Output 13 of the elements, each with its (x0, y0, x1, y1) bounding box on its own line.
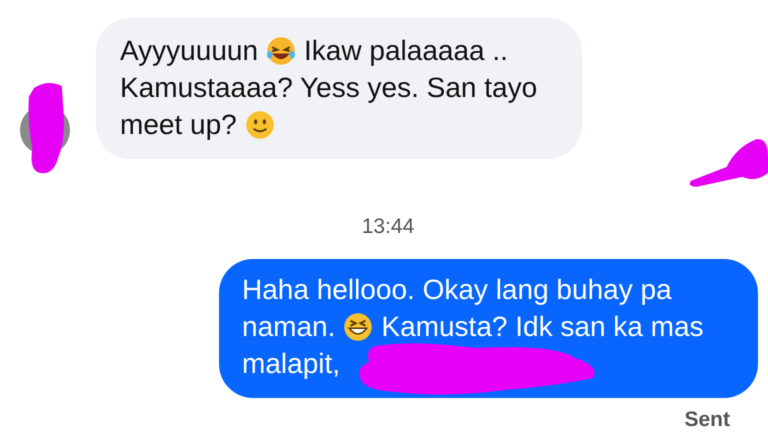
message-text: malapit, (242, 347, 340, 381)
message-text: Kamustaaaa? Yess yes. San tayo (120, 71, 538, 105)
message-text: Haha hellooo. Okay lang buhay pa (242, 273, 672, 307)
timestamp: 13:44 (362, 215, 414, 239)
message-text: Ayyyuuuun (120, 34, 258, 68)
grinning-face-icon (343, 312, 374, 342)
laughing-tears-icon (266, 36, 296, 66)
message-text: meet up? (120, 108, 237, 142)
message-text: Kamusta? Idk san ka mas (381, 310, 704, 344)
message-text: Ikaw palaaaaa .. (304, 34, 508, 68)
smiling-face-icon (244, 110, 275, 140)
message-text: naman. (242, 310, 336, 344)
sent-status: Sent (684, 408, 730, 432)
